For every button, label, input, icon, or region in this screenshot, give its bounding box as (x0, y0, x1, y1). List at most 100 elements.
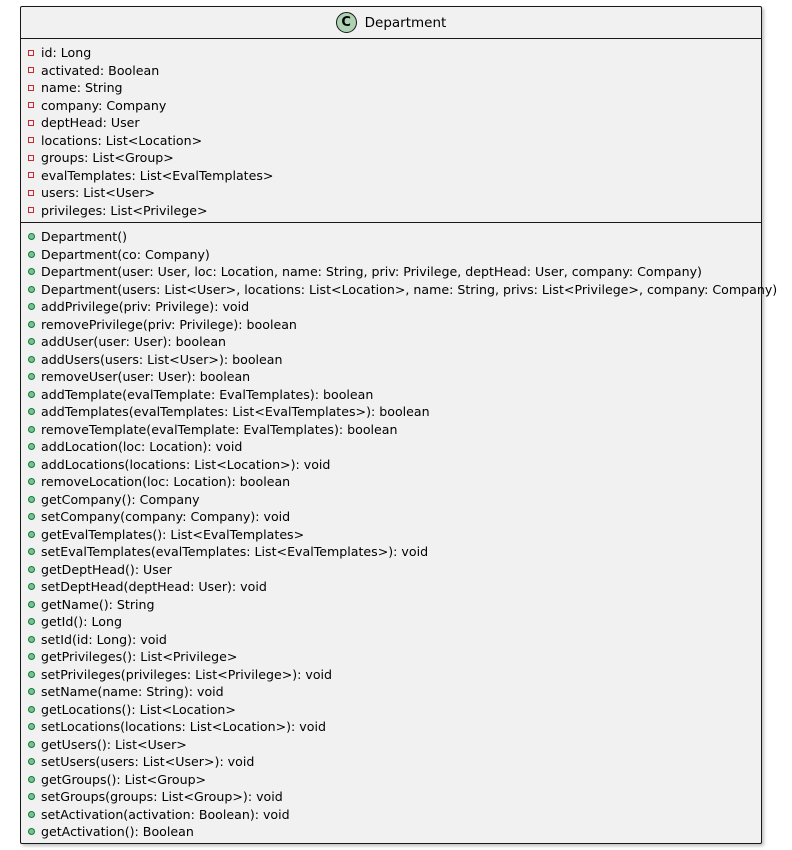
method-row-text: getUsers(): List<User> (41, 736, 187, 752)
method-row-text: getDeptHead(): User (41, 561, 172, 577)
public-visibility-icon (28, 425, 35, 433)
field-row: deptHead: User (27, 114, 761, 132)
public-visibility-icon (28, 355, 35, 363)
class-box-department[interactable]: C Department id: Long activated: Boolean n… (20, 6, 777, 844)
method-row: removePrivilege(priv: Privilege): boolea… (27, 316, 761, 334)
class-name: Department (364, 14, 447, 31)
public-visibility-icon (28, 635, 35, 643)
class-header: C Department (21, 7, 761, 39)
private-visibility-icon (28, 102, 34, 109)
method-row: setGroups(groups: List<Group>): void (27, 788, 761, 806)
public-visibility-icon (28, 688, 35, 696)
method-row-text: removeTemplate(evalTemplate: EvalTemplat… (41, 421, 398, 437)
method-row: getLocations(): List<Location> (27, 701, 761, 719)
method-row-text: Department(user: User, loc: Location, na… (41, 264, 702, 280)
field-row: locations: List<Location> (27, 132, 761, 150)
method-row-text: setPrivileges(privileges: List<Privilege… (41, 666, 333, 682)
method-row-text: addUser(user: User): boolean (41, 334, 227, 350)
method-row: addLocations(locations: List<Location>):… (27, 456, 761, 474)
method-row-text: removeUser(user: User): boolean (41, 369, 251, 385)
public-visibility-icon (28, 705, 35, 713)
method-row-text: setDeptHead(deptHead: User): void (41, 579, 267, 595)
method-row-text: Department(users: List<User>, locations:… (41, 281, 778, 297)
public-visibility-icon (28, 548, 35, 556)
method-row: getEvalTemplates(): List<EvalTemplates> (27, 526, 761, 544)
public-visibility-icon (28, 268, 35, 276)
public-visibility-icon (28, 513, 35, 521)
public-visibility-icon (28, 618, 35, 626)
public-visibility-icon (28, 250, 35, 258)
method-row-text: Department() (41, 229, 128, 245)
public-visibility-icon (28, 670, 35, 678)
method-row: getPrivileges(): List<Privilege> (27, 648, 761, 666)
public-visibility-icon (28, 285, 35, 293)
method-row-text: addTemplate(evalTemplate: EvalTemplates)… (41, 386, 374, 402)
public-visibility-icon (28, 320, 35, 328)
method-row: getName(): String (27, 596, 761, 614)
field-row-text: locations: List<Location> (41, 132, 203, 148)
method-row: getActivation(): Boolean (27, 823, 761, 841)
private-visibility-icon (28, 189, 34, 196)
method-row: setName(name: String): void (27, 683, 761, 701)
private-visibility-icon (28, 137, 34, 144)
public-visibility-icon (28, 233, 35, 241)
field-row-text: company: Company (41, 97, 167, 113)
private-visibility-icon (28, 207, 34, 214)
method-row: getId(): Long (27, 613, 761, 631)
private-visibility-icon (28, 49, 34, 56)
method-row-text: getGroups(): List<Group> (41, 771, 207, 787)
method-row: setCompany(company: Company): void (27, 508, 761, 526)
field-row-text: groups: List<Group> (41, 150, 174, 166)
method-row: getUsers(): List<User> (27, 736, 761, 754)
public-visibility-icon (28, 810, 35, 818)
method-row-text: setUsers(users: List<User>): void (41, 754, 255, 770)
public-visibility-icon (28, 740, 35, 748)
public-visibility-icon (28, 443, 35, 451)
method-row: setDeptHead(deptHead: User): void (27, 578, 761, 596)
public-visibility-icon (28, 583, 35, 591)
method-row: addTemplates(evalTemplates: List<EvalTem… (27, 403, 761, 421)
method-row: getCompany(): Company (27, 491, 761, 509)
method-row: getDeptHead(): User (27, 561, 761, 579)
public-visibility-icon (28, 828, 35, 836)
method-row-text: setCompany(company: Company): void (41, 509, 291, 525)
method-row: Department(users: List<User>, locations:… (27, 281, 777, 299)
method-row: addPrivilege(priv: Privilege): void (27, 298, 761, 316)
method-row-text: addUsers(users: List<User>): boolean (41, 351, 283, 367)
public-visibility-icon (28, 478, 35, 486)
public-visibility-icon (28, 303, 35, 311)
public-visibility-icon (28, 373, 35, 381)
method-row-text: removePrivilege(priv: Privilege): boolea… (41, 316, 297, 332)
method-row: setPrivileges(privileges: List<Privilege… (27, 666, 761, 684)
method-row-text: getCompany(): Company (41, 491, 200, 507)
diagram-canvas: C Department id: Long activated: Boolean n… (0, 0, 792, 850)
method-row: Department(user: User, loc: Location, na… (27, 263, 761, 281)
private-visibility-icon (28, 154, 34, 161)
class-stereotype-icon: C (335, 12, 357, 33)
public-visibility-icon (28, 390, 35, 398)
field-row: company: Company (27, 97, 761, 115)
method-row-text: getPrivileges(): List<Privilege> (41, 649, 238, 665)
field-row: privileges: List<Privilege> (27, 202, 761, 220)
field-row-text: users: List<User> (41, 185, 156, 201)
public-visibility-icon (28, 600, 35, 608)
method-row: setId(id: Long): void (27, 631, 761, 649)
method-row-text: Department(co: Company) (41, 246, 210, 262)
method-row: setActivation(activation: Boolean): void (27, 806, 761, 824)
public-visibility-icon (28, 495, 35, 503)
field-row: evalTemplates: List<EvalTemplates> (27, 167, 761, 185)
private-visibility-icon (28, 172, 34, 179)
method-row-text: getId(): Long (41, 614, 122, 630)
method-row-text: setGroups(groups: List<Group>): void (41, 789, 283, 805)
method-row: Department(co: Company) (27, 246, 761, 264)
method-row: removeTemplate(evalTemplate: EvalTemplat… (27, 421, 761, 439)
method-row-text: setLocations(locations: List<Location>):… (41, 719, 326, 735)
public-visibility-icon (28, 530, 35, 538)
field-row: id: Long (27, 44, 761, 62)
method-row-text: addTemplates(evalTemplates: List<EvalTem… (41, 404, 430, 420)
method-row-text: addPrivilege(priv: Privilege): void (41, 299, 250, 315)
method-row-text: setName(name: String): void (41, 684, 224, 700)
public-visibility-icon (28, 758, 35, 766)
method-row: addLocation(loc: Location): void (27, 438, 761, 456)
method-row-text: getActivation(): Boolean (41, 824, 194, 840)
